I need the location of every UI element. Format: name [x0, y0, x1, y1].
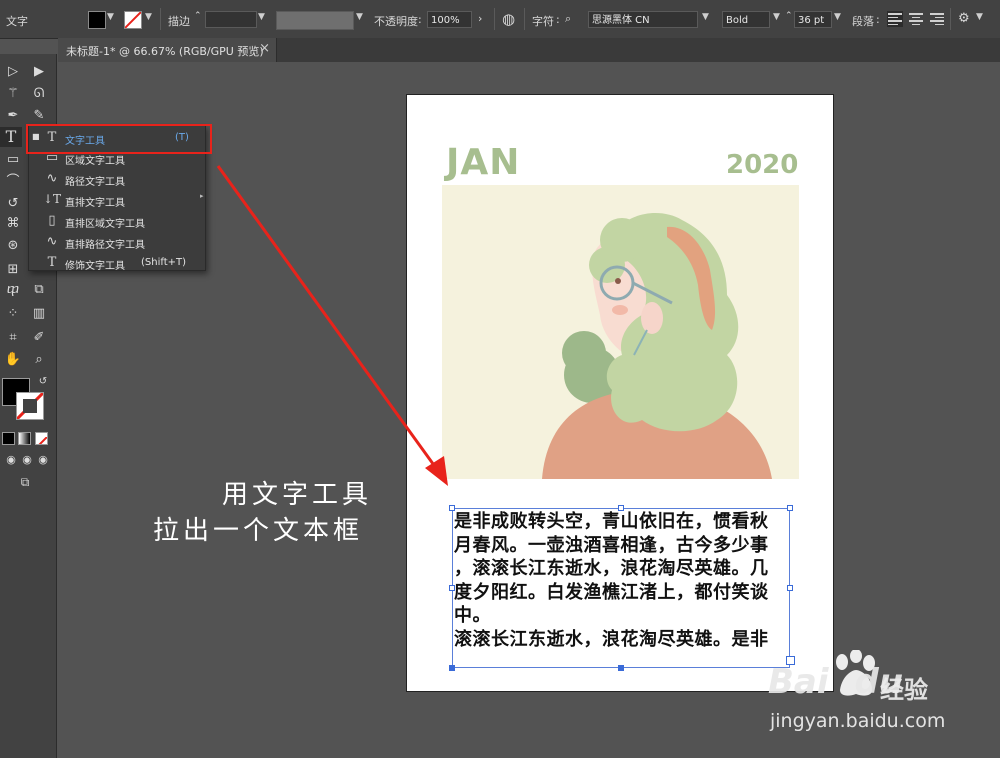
lasso-tool-icon[interactable]: ᘏ: [28, 84, 50, 104]
chevron-down-icon[interactable]: ▼: [107, 12, 114, 22]
screen-mode-icon[interactable]: ⧉: [14, 472, 36, 492]
vertical-area-type-tool-icon: ▯: [48, 213, 56, 228]
flyout-item-label: 修饰文字工具: [65, 261, 125, 272]
align-center-button[interactable]: [908, 11, 924, 27]
font-size-field[interactable]: 36 pt: [794, 11, 832, 28]
flyout-item-label: 直排文字工具: [65, 198, 125, 209]
chevron-down-icon[interactable]: ▼: [834, 12, 841, 22]
control-bar: 文字 ▼ ▼ 描边 ⌃ ▼ ▼ 不透明度 : 100% › ◍ 字符 : ⌕ 思…: [0, 0, 1000, 39]
hand-tool-icon[interactable]: ✋: [2, 350, 24, 370]
body-text: 是非成败转头空，青山依旧在，惯看秋 月春风。一壶浊酒喜相逢，古今多少事 ，滚滚长…: [454, 510, 788, 665]
flyout-item-label: 直排路径文字工具: [65, 240, 145, 251]
eyedropper-tool-icon[interactable]: ⴔ: [2, 280, 24, 300]
watermark-url: jingyan.baidu.com: [770, 710, 946, 732]
annotation-line-1: 用文字工具: [222, 480, 373, 510]
slice-tool-icon[interactable]: ✐: [28, 328, 50, 348]
artboard-tool-icon[interactable]: ⌗: [2, 328, 24, 348]
paintbrush-tool-icon[interactable]: ⌒: [2, 172, 24, 192]
shape-builder-tool-icon[interactable]: ⊛: [2, 236, 24, 256]
gradient-mode-button[interactable]: [18, 432, 31, 445]
zoom-tool-icon[interactable]: ⌕: [28, 350, 50, 370]
frame-handle-bottom-left[interactable]: [449, 665, 455, 671]
font-family-field[interactable]: 思源黑体 CN: [588, 11, 698, 28]
transform-icon[interactable]: ⚙: [958, 11, 970, 26]
flyout-item-label: 区域文字工具: [65, 156, 125, 167]
stroke-label: 描边: [168, 15, 190, 28]
annotation-line-2: 拉出一个文本框: [153, 516, 364, 546]
year-title: 2020: [726, 150, 799, 180]
fill-swatch[interactable]: [88, 11, 106, 29]
chevron-down-icon[interactable]: ▼: [702, 12, 709, 22]
swap-colors-icon[interactable]: ↺: [32, 372, 54, 392]
symbol-sprayer-tool-icon[interactable]: ⁘: [2, 304, 24, 324]
opacity-label: 不透明度: [374, 15, 418, 28]
draw-inside-icon[interactable]: ◉: [32, 450, 54, 470]
text-line: 度夕阳红。白发渔樵江渚上，都付笑谈: [454, 581, 769, 603]
font-size-stepper[interactable]: ⌃: [785, 11, 793, 21]
close-icon[interactable]: ×: [259, 41, 270, 56]
font-search-icon[interactable]: ⌕: [565, 12, 571, 26]
frame-handle-bottom[interactable]: [618, 665, 624, 671]
flyout-item-label: 直排区域文字工具: [65, 219, 145, 230]
align-left-button[interactable]: [887, 11, 903, 27]
type-tool-highlight-box: [26, 124, 212, 154]
chevron-down-icon[interactable]: ▼: [976, 12, 983, 22]
character-label: 字符: [532, 15, 554, 28]
stroke-weight-field[interactable]: [205, 11, 257, 28]
color-mode-button[interactable]: [2, 432, 15, 445]
no-stroke-icon: [124, 11, 142, 29]
blend-tool-icon[interactable]: ⧉: [28, 280, 50, 300]
stroke-stepper[interactable]: ⌃: [194, 11, 202, 21]
text-line: ，滚滚长江东逝水，浪花淘尽英雄。几: [454, 558, 769, 579]
flyout-item-type-on-path-tool[interactable]: ∿ 路径文字工具: [29, 169, 199, 190]
text-line: 滚滚长江东逝水，浪花淘尽英雄。是非: [454, 628, 769, 650]
align-right-button[interactable]: [929, 11, 945, 27]
graph-tool-icon[interactable]: ▥: [28, 304, 50, 324]
pen-tool-icon[interactable]: ✒: [2, 106, 24, 126]
chevron-right-icon: ▸: [200, 192, 204, 200]
rotate-tool-icon[interactable]: ↺: [2, 194, 24, 214]
tool-name-label: 文字: [6, 15, 28, 28]
type-on-path-tool-icon: ∿: [46, 171, 58, 186]
illustration-girl: [442, 185, 799, 479]
flyout-item-touch-type-tool[interactable]: T 修饰文字工具 (Shift+T): [29, 253, 199, 274]
flyout-item-vertical-type-on-path-tool[interactable]: ∿ 直排路径文字工具: [29, 232, 199, 253]
variable-width-profile[interactable]: [276, 11, 354, 30]
chevron-down-icon[interactable]: ▼: [356, 12, 363, 22]
paragraph-label: 段落: [852, 15, 874, 28]
opacity-field[interactable]: 100%: [427, 11, 472, 28]
month-title: JAN: [446, 142, 521, 183]
flyout-item-label: 路径文字工具: [65, 177, 125, 188]
mesh-tool-icon[interactable]: ⊞: [2, 260, 24, 280]
chevron-right-icon[interactable]: ›: [478, 12, 482, 25]
stroke-color-box[interactable]: [16, 392, 44, 420]
flyout-item-shortcut: (Shift+T): [141, 257, 187, 268]
vertical-type-tool-icon: ↓T: [43, 192, 62, 206]
rectangle-tool-icon[interactable]: ▭: [2, 150, 24, 170]
curvature-tool-icon[interactable]: ✎: [28, 106, 50, 126]
font-style-field[interactable]: Bold: [722, 11, 770, 28]
direct-selection-tool-icon[interactable]: ▶: [28, 62, 50, 82]
no-stroke-icon: [17, 393, 43, 419]
document-tab[interactable]: 未标题-1* @ 66.67% (RGB/GPU 预览) ×: [58, 38, 277, 62]
magic-wand-tool-icon[interactable]: ⚚: [2, 84, 24, 104]
flyout-item-vertical-type-tool[interactable]: ↓T 直排文字工具: [29, 190, 199, 211]
recolor-icon[interactable]: ◍: [502, 10, 515, 28]
watermark-brand-cn: 经验: [880, 676, 928, 704]
document-tab-title: 未标题-1* @ 66.67% (RGB/GPU 预览): [66, 45, 264, 58]
text-line: 中。: [454, 605, 491, 626]
text-line: 是非成败转头空，青山依旧在，惯看秋: [454, 511, 769, 532]
chevron-down-icon[interactable]: ▼: [145, 12, 152, 22]
vertical-type-on-path-tool-icon: ∿: [46, 234, 58, 249]
chevron-down-icon[interactable]: ▼: [773, 12, 780, 22]
flyout-item-vertical-area-type-tool[interactable]: ▯ 直排区域文字工具: [29, 211, 199, 232]
stroke-swatch[interactable]: [124, 11, 142, 29]
none-mode-button[interactable]: [35, 432, 48, 445]
touch-type-tool-icon: T: [47, 255, 57, 270]
warp-tool-icon[interactable]: ⌘: [2, 214, 24, 234]
type-tool-icon[interactable]: T: [0, 127, 22, 147]
selection-tool-icon[interactable]: ▷: [2, 62, 24, 82]
chevron-down-icon[interactable]: ▼: [258, 12, 265, 22]
text-line: 月春风。一壶浊酒喜相逢，古今多少事: [454, 534, 769, 556]
